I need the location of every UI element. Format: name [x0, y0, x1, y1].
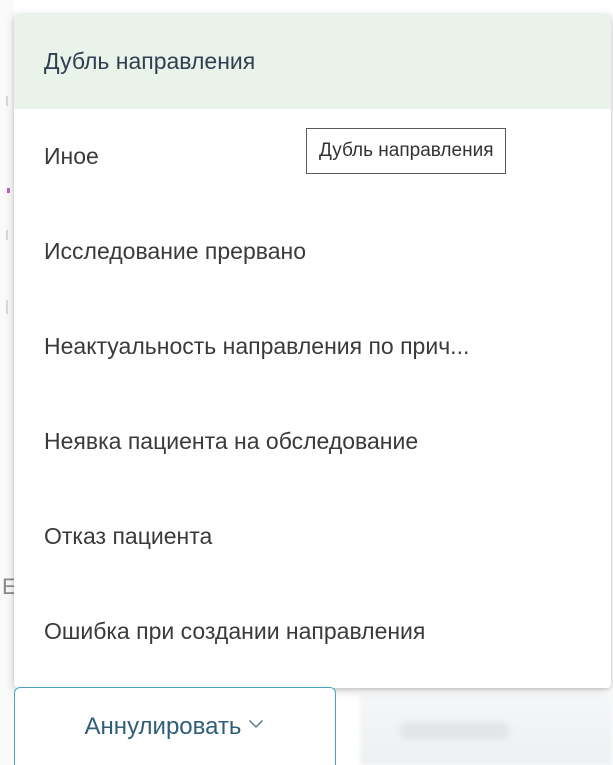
menu-item-irrelevant-referral[interactable]: Неактуальность направления по прич...	[14, 299, 611, 394]
annul-button[interactable]: Аннулировать	[14, 687, 336, 765]
background-divider	[6, 300, 8, 314]
menu-item-patient-no-show[interactable]: Неявка пациента на обследование	[14, 394, 611, 489]
tooltip: Дубль направления	[306, 128, 507, 174]
background-edge	[0, 0, 14, 765]
background-divider	[6, 96, 8, 106]
menu-item-patient-refusal[interactable]: Отказ пациента	[14, 489, 611, 584]
tooltip-text: Дубль направления	[319, 140, 494, 161]
menu-item-creation-error[interactable]: Ошибка при создании направления	[14, 584, 611, 679]
cancel-reason-list: Дубль направления Иное Исследование прер…	[14, 14, 611, 679]
menu-item-duplicate[interactable]: Дубль направления	[14, 14, 611, 109]
background-marker	[7, 188, 10, 193]
background-divider	[6, 230, 8, 240]
chevron-down-icon	[249, 719, 264, 728]
background-blurred-text	[400, 722, 510, 740]
cancel-reason-dropdown: Дубль направления Иное Исследование прер…	[14, 14, 611, 688]
menu-item-research-interrupted[interactable]: Исследование прервано	[14, 204, 611, 299]
screen: Е Дубль направления Иное Исследование пр…	[0, 0, 613, 765]
annul-button-label: Аннулировать	[84, 712, 242, 740]
